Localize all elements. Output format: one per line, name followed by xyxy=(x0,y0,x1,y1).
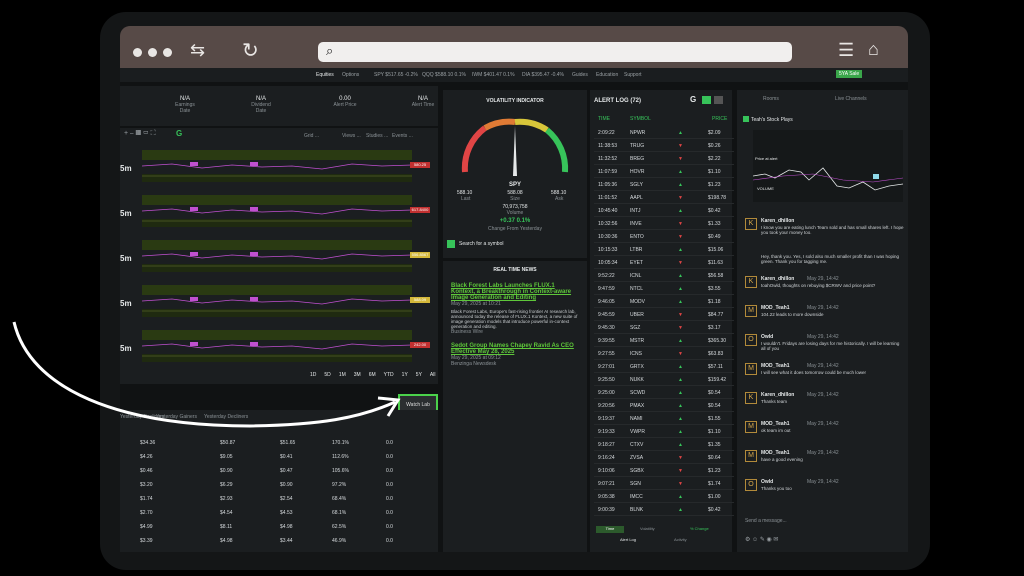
annotation-arrow xyxy=(12,321,401,428)
